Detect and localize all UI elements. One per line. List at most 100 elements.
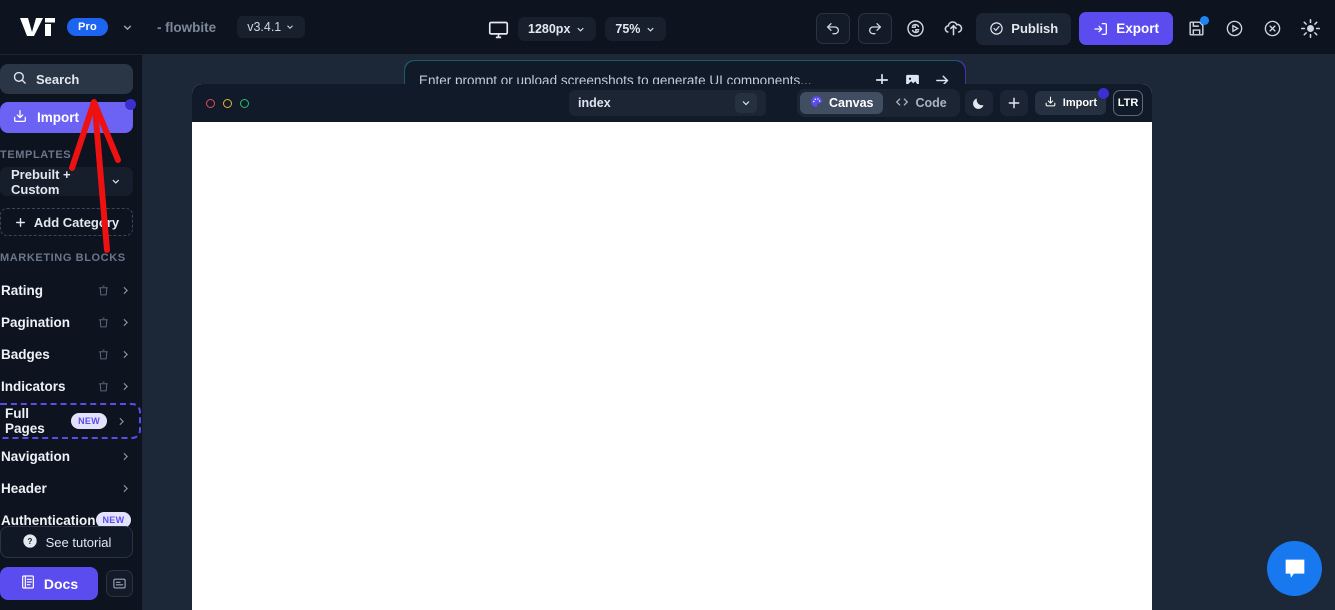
sidebar-footer: ? See tutorial Docs	[0, 526, 143, 600]
pro-badge: Pro	[67, 18, 108, 36]
see-tutorial-button[interactable]: ? See tutorial	[0, 526, 133, 558]
chevron-right-icon[interactable]	[119, 284, 132, 297]
project-name: - flowbite	[156, 19, 217, 35]
blocks-list: Rating Pagination Badges Indicators Full…	[0, 274, 149, 536]
trash-icon[interactable]	[97, 380, 110, 393]
view-mode-segmented-control: Canvas Code	[797, 89, 960, 117]
account-dropdown-button[interactable]	[117, 21, 138, 34]
import-download-icon	[1044, 95, 1057, 111]
import-notification-dot	[1098, 88, 1109, 99]
svg-text:?: ?	[27, 537, 32, 546]
search-button[interactable]: Search	[0, 64, 133, 94]
viewport-width-selector[interactable]: 1280px	[518, 17, 597, 41]
block-label: Indicators	[1, 378, 66, 394]
monitor-icon[interactable]	[488, 19, 509, 40]
search-label: Search	[36, 71, 80, 87]
chat-bubble-icon[interactable]	[1267, 541, 1322, 596]
zoom-level-value: 75%	[615, 22, 641, 36]
brightness-icon[interactable]	[1295, 14, 1325, 44]
add-page-button[interactable]	[999, 90, 1028, 116]
template-filter-dropdown[interactable]: Prebuilt + Custom	[0, 166, 133, 197]
play-circle-button[interactable]	[1219, 14, 1249, 44]
top-bar-actions: Publish Export	[816, 12, 1325, 45]
sidebar-import-button[interactable]: Import	[0, 99, 136, 133]
file-selector-value: index	[578, 96, 611, 110]
palette-icon	[810, 95, 823, 111]
publish-button[interactable]: Publish	[976, 12, 1072, 45]
publish-label: Publish	[1011, 21, 1059, 36]
block-label: Header	[1, 480, 47, 496]
save-button[interactable]	[1181, 14, 1211, 44]
chevron-right-icon[interactable]	[115, 415, 128, 428]
block-item-full-pages[interactable]: Full Pages NEW	[0, 403, 141, 439]
tutorial-label: See tutorial	[45, 534, 112, 550]
cloud-upload-button[interactable]	[938, 14, 968, 44]
chevron-right-icon[interactable]	[119, 450, 132, 463]
close-circle-button[interactable]	[1257, 14, 1287, 44]
tab-canvas[interactable]: Canvas	[800, 92, 884, 114]
maximize-dot[interactable]	[240, 98, 249, 108]
export-button[interactable]: Export	[1079, 12, 1173, 45]
tab-code-label: Code	[915, 96, 947, 110]
add-category-label: Add Category	[33, 214, 120, 230]
block-label: Rating	[1, 282, 43, 298]
close-dot[interactable]	[206, 98, 215, 108]
viewport-controls: 1280px 75%	[488, 17, 667, 41]
chevron-right-icon[interactable]	[119, 316, 132, 329]
canvas-window: index Canvas Code Import LTR	[192, 84, 1152, 610]
moon-icon[interactable]	[964, 90, 993, 116]
save-notification-dot	[1200, 15, 1209, 25]
redo-button[interactable]	[858, 13, 893, 44]
template-filter-value: Prebuilt + Custom	[11, 166, 71, 197]
left-sidebar: Search Import TEMPLATES Prebuilt + Custo…	[0, 55, 149, 610]
minimize-dot[interactable]	[223, 98, 232, 108]
version-selector[interactable]: v3.4.1	[237, 16, 306, 38]
brand-zone: Pro - flowbite v3.4.1	[0, 15, 306, 39]
block-item-navigation[interactable]: Navigation	[0, 440, 143, 472]
trash-icon[interactable]	[97, 348, 110, 361]
version-label: v3.4.1	[247, 20, 282, 34]
canvas-toolbar-actions: Import LTR	[964, 88, 1143, 118]
canvas-import-button[interactable]: Import	[1034, 88, 1109, 115]
marketing-blocks-heading: MARKETING BLOCKS	[0, 252, 126, 264]
chevron-down-icon[interactable]	[735, 93, 757, 113]
block-item-header[interactable]: Header	[0, 472, 143, 504]
help-circle-icon: ?	[22, 533, 38, 552]
add-category-button[interactable]: Add Category	[0, 208, 133, 236]
block-label: Badges	[1, 346, 50, 362]
docs-button[interactable]: Docs	[0, 567, 98, 600]
code-icon	[895, 95, 909, 112]
zoom-level-selector[interactable]: 75%	[605, 17, 667, 41]
trash-icon[interactable]	[97, 316, 110, 329]
panel-toggle-icon[interactable]	[106, 570, 133, 597]
block-label: Full Pages	[5, 406, 45, 436]
tab-code[interactable]: Code	[885, 92, 956, 114]
text-direction-toggle[interactable]: LTR	[1113, 90, 1143, 116]
block-label: Navigation	[1, 448, 71, 464]
vi-logo-icon	[18, 15, 58, 39]
block-label: Pagination	[1, 314, 71, 330]
refresh-button[interactable]	[900, 14, 930, 44]
block-item-rating[interactable]: Rating	[0, 274, 143, 306]
chevron-right-icon[interactable]	[119, 348, 132, 361]
templates-heading: TEMPLATES	[0, 149, 72, 161]
trash-icon[interactable]	[97, 284, 110, 297]
top-bar: Pro - flowbite v3.4.1 1280px 75% Publish…	[0, 0, 1335, 55]
workspace: Enter prompt or upload screenshots to ge…	[143, 55, 1335, 610]
block-item-badges[interactable]: Badges	[0, 338, 143, 370]
chevron-right-icon[interactable]	[119, 380, 132, 393]
docs-label: Docs	[43, 575, 79, 592]
undo-button[interactable]	[816, 13, 851, 44]
file-selector-dropdown[interactable]: index	[569, 90, 766, 116]
canvas-preview-area[interactable]	[192, 122, 1152, 610]
search-icon	[12, 70, 27, 88]
block-item-pagination[interactable]: Pagination	[0, 306, 143, 338]
chevron-right-icon[interactable]	[119, 482, 132, 495]
docs-book-icon	[20, 574, 36, 593]
tab-canvas-label: Canvas	[829, 96, 874, 110]
window-controls	[206, 98, 249, 108]
import-download-icon	[12, 108, 28, 127]
canvas-import-label: Import	[1062, 97, 1097, 109]
viewport-width-value: 1280px	[528, 22, 571, 36]
block-item-indicators[interactable]: Indicators	[0, 370, 143, 402]
